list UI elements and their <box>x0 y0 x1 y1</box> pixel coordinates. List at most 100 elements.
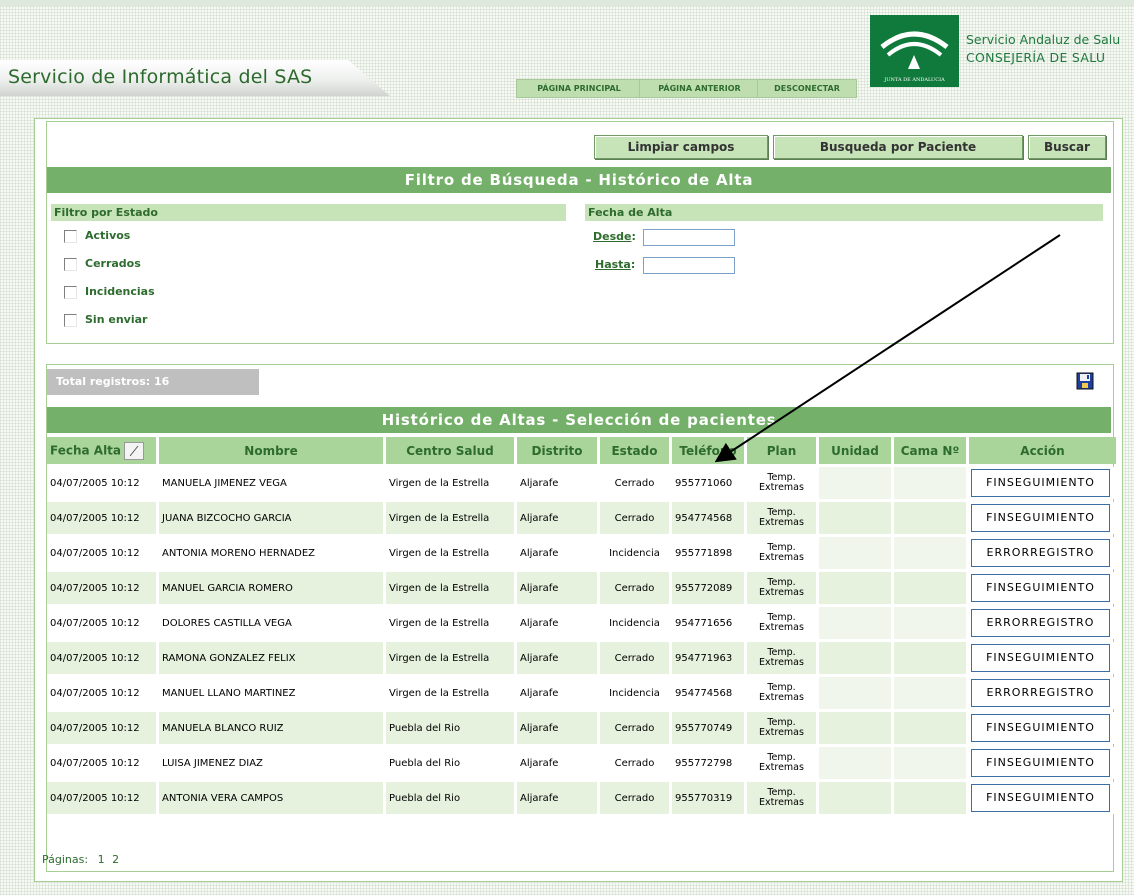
cell-accion: FINSEGUIMIENTO <box>969 712 1116 744</box>
cell-distrito: Aljarafe <box>517 502 597 534</box>
cell-nombre: LUISA JIMENEZ DIAZ <box>159 747 383 779</box>
col-centro-salud[interactable]: Centro Salud <box>386 437 514 464</box>
col-accion: Acción <box>969 437 1116 464</box>
table-row[interactable]: 04/07/2005 10:12 MANUEL LLANO MARTINEZ Vir… <box>47 677 1116 709</box>
patients-table: Fecha Alta Nombre Centro Salud Distrito … <box>44 434 1119 817</box>
row-action-button[interactable]: FINSEGUIMIENTO <box>971 469 1110 497</box>
cell-plan: Temp. Extremas <box>747 747 816 779</box>
page-1-current: 1 <box>97 853 105 866</box>
col-fecha-alta[interactable]: Fecha Alta <box>47 437 156 464</box>
cell-cama <box>894 782 966 814</box>
cell-nombre: JUANA BIZCOCHO GARCIA <box>159 502 383 534</box>
sort-toggle-icon[interactable] <box>124 441 145 460</box>
filter-title-bar: Filtro de Búsqueda - Histórico de Alta <box>47 167 1111 193</box>
row-action-button[interactable]: FINSEGUIMIENTO <box>971 784 1110 812</box>
cell-accion: FINSEGUIMIENTO <box>969 782 1116 814</box>
cell-cama <box>894 502 966 534</box>
checkbox-incidencias-box[interactable] <box>64 285 77 299</box>
fecha-alta-header: Fecha de Alta <box>585 204 1103 221</box>
cell-distrito: Aljarafe <box>517 677 597 709</box>
cell-plan-line2: Extremas <box>759 587 804 598</box>
cell-plan-line2: Extremas <box>759 727 804 738</box>
col-cama[interactable]: Cama Nº <box>894 437 966 464</box>
desde-date-input[interactable] <box>643 229 735 246</box>
cell-unidad <box>819 712 891 744</box>
nav-back-button[interactable]: PÁGINA ANTERIOR <box>639 79 760 98</box>
checkbox-cerrados-box[interactable] <box>64 257 77 271</box>
cell-fecha: 04/07/2005 10:12 <box>47 572 156 604</box>
table-row[interactable]: 04/07/2005 10:12 MANUEL GARCIA ROMERO Virg… <box>47 572 1116 604</box>
desde-link[interactable]: Desde <box>593 230 631 243</box>
row-action-button[interactable]: ERRORREGISTRO <box>971 609 1110 637</box>
col-nombre[interactable]: Nombre <box>159 437 383 464</box>
search-button[interactable]: Buscar <box>1028 135 1106 159</box>
nav-logout-button[interactable]: DESCONECTAR <box>757 79 857 98</box>
checkbox-activos[interactable]: Activos <box>64 228 130 244</box>
cell-fecha: 04/07/2005 10:12 <box>47 502 156 534</box>
table-row[interactable]: 04/07/2005 10:12 LUISA JIMENEZ DIAZ Puebla… <box>47 747 1116 779</box>
row-action-button[interactable]: FINSEGUIMIENTO <box>971 714 1110 742</box>
cell-accion: ERRORREGISTRO <box>969 607 1116 639</box>
nav-home-button[interactable]: PÁGINA PRINCIPAL <box>516 79 642 98</box>
cell-unidad <box>819 572 891 604</box>
cell-telefono: 954771963 <box>672 642 744 674</box>
table-row[interactable]: 04/07/2005 10:12 RAMONA GONZALEZ FELIX Vir… <box>47 642 1116 674</box>
col-plan[interactable]: Plan <box>747 437 816 464</box>
cell-telefono: 955771060 <box>672 467 744 499</box>
cell-estado: Cerrado <box>600 642 669 674</box>
cell-plan: Temp. Extremas <box>747 712 816 744</box>
cell-plan-line2: Extremas <box>759 797 804 808</box>
cell-plan: Temp. Extremas <box>747 537 816 569</box>
page-2-link[interactable]: 2 <box>112 853 119 866</box>
checkbox-cerrados[interactable]: Cerrados <box>64 256 141 272</box>
table-row[interactable]: 04/07/2005 10:12 ANTONIA MORENO HERNADEZ V… <box>47 537 1116 569</box>
table-row[interactable]: 04/07/2005 10:12 ANTONIA VERA CAMPOS Puebl… <box>47 782 1116 814</box>
cell-plan-line2: Extremas <box>759 657 804 668</box>
cell-estado: Incidencia <box>600 537 669 569</box>
row-action-button[interactable]: FINSEGUIMIENTO <box>971 749 1110 777</box>
checkbox-activos-box[interactable] <box>64 229 77 243</box>
row-action-button[interactable]: ERRORREGISTRO <box>971 679 1110 707</box>
checkbox-sin-enviar[interactable]: Sin enviar <box>64 312 147 328</box>
clear-fields-button[interactable]: Limpiar campos <box>594 135 768 159</box>
app-title: Servicio de Informática del SAS <box>8 66 313 88</box>
hasta-date-input[interactable] <box>643 257 735 274</box>
cell-estado: Cerrado <box>600 712 669 744</box>
col-unidad[interactable]: Unidad <box>819 437 891 464</box>
cell-estado: Incidencia <box>600 607 669 639</box>
col-estado[interactable]: Estado <box>600 437 669 464</box>
table-row[interactable]: 04/07/2005 10:12 MANUELA JIMENEZ VEGA Virg… <box>47 467 1116 499</box>
cell-accion: FINSEGUIMIENTO <box>969 642 1116 674</box>
row-action-button[interactable]: FINSEGUIMIENTO <box>971 574 1110 602</box>
cell-estado: Cerrado <box>600 747 669 779</box>
row-action-button[interactable]: FINSEGUIMIENTO <box>971 504 1110 532</box>
cell-telefono: 955770319 <box>672 782 744 814</box>
cell-accion: FINSEGUIMIENTO <box>969 467 1116 499</box>
cell-distrito: Aljarafe <box>517 747 597 779</box>
checkbox-incidencias-label: Incidencias <box>85 285 155 298</box>
row-action-button[interactable]: FINSEGUIMIENTO <box>971 644 1110 672</box>
checkbox-activos-label: Activos <box>85 229 131 242</box>
floppy-disk-icon[interactable] <box>1076 372 1094 390</box>
checkbox-sin-enviar-box[interactable] <box>64 313 77 327</box>
search-by-patient-button[interactable]: Busqueda por Paciente <box>773 135 1023 159</box>
table-row[interactable]: 04/07/2005 10:12 DOLORES CASTILLA VEGA Vir… <box>47 607 1116 639</box>
table-row[interactable]: 04/07/2005 10:12 MANUELA BLANCO RUIZ Puebl… <box>47 712 1116 744</box>
pagination-label: Páginas: <box>42 853 89 866</box>
cell-distrito: Aljarafe <box>517 607 597 639</box>
hasta-link[interactable]: Hasta <box>595 258 631 271</box>
cell-unidad <box>819 642 891 674</box>
checkbox-incidencias[interactable]: Incidencias <box>64 284 155 300</box>
cell-plan: Temp. Extremas <box>747 502 816 534</box>
page-header: Servicio de Informática del SAS PÁGINA P… <box>0 0 1134 100</box>
col-distrito[interactable]: Distrito <box>517 437 597 464</box>
cell-nombre: RAMONA GONZALEZ FELIX <box>159 642 383 674</box>
table-row[interactable]: 04/07/2005 10:12 JUANA BIZCOCHO GARCIA Vir… <box>47 502 1116 534</box>
cell-nombre: MANUELA JIMENEZ VEGA <box>159 467 383 499</box>
cell-distrito: Aljarafe <box>517 782 597 814</box>
row-action-button[interactable]: ERRORREGISTRO <box>971 539 1110 567</box>
col-telefono[interactable]: Teléfono <box>672 437 744 464</box>
table-header-row: Fecha Alta Nombre Centro Salud Distrito … <box>47 437 1116 464</box>
cell-distrito: Aljarafe <box>517 467 597 499</box>
cell-centro: Virgen de la Estrella <box>386 572 514 604</box>
